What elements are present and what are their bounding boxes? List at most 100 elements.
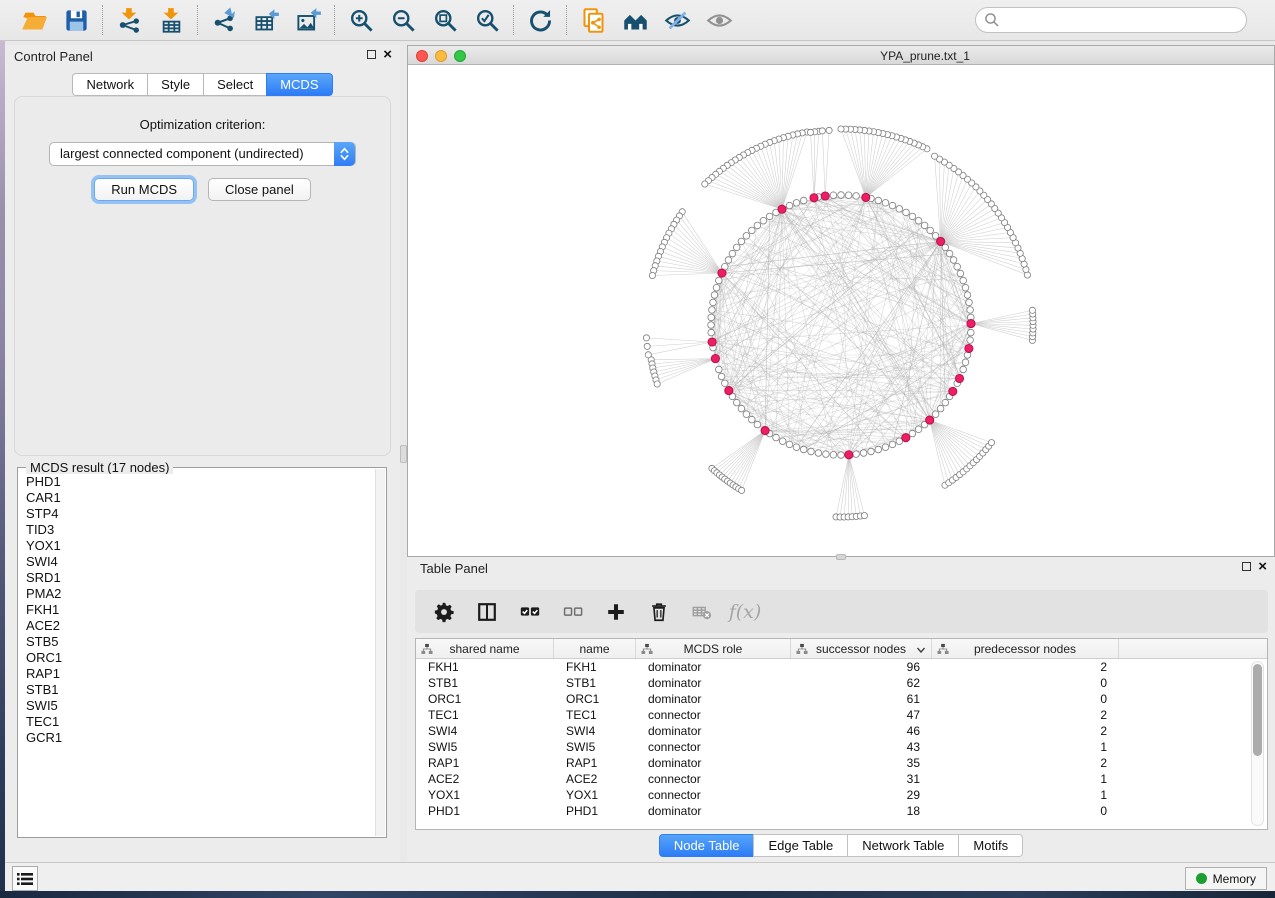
duplicate-network-button[interactable] [577, 4, 609, 36]
table-panel-header: Table Panel × [407, 557, 1275, 581]
result-list-item[interactable]: RAP1 [19, 666, 375, 682]
float-panel-icon[interactable] [367, 50, 376, 59]
column-header-shared-name[interactable]: shared name [416, 639, 554, 658]
optimization-criterion-label: Optimization criterion: [15, 117, 390, 132]
select-all-button[interactable] [517, 599, 543, 625]
splitter-handle[interactable] [400, 445, 407, 463]
result-list-item[interactable]: SWI4 [19, 554, 375, 570]
create-column-button[interactable] [603, 599, 629, 625]
close-window-icon[interactable] [416, 50, 428, 62]
tab-edge-table[interactable]: Edge Table [753, 834, 847, 857]
close-panel-button[interactable]: Close panel [208, 178, 311, 201]
function-builder-button: f(x) [732, 599, 758, 625]
main-toolbar [0, 0, 1275, 41]
zoom-out-icon [390, 7, 417, 34]
delete-column-button[interactable] [646, 599, 672, 625]
open-session-button[interactable] [18, 4, 50, 36]
scrollbar-thumb[interactable] [1253, 664, 1262, 756]
table-row[interactable]: TEC1TEC1connector472 [416, 707, 1267, 723]
show-column-button[interactable] [474, 599, 500, 625]
tab-style[interactable]: Style [147, 73, 203, 96]
close-panel-icon[interactable]: × [1258, 561, 1267, 572]
table-scrollbar[interactable] [1251, 661, 1264, 826]
result-list-item[interactable]: PMA2 [19, 586, 375, 602]
table-row[interactable]: SWI5SWI5connector431 [416, 739, 1267, 755]
tab-node-table[interactable]: Node Table [659, 834, 754, 857]
tab-select[interactable]: Select [203, 73, 266, 96]
first-neighbors-button[interactable] [619, 4, 651, 36]
optimization-criterion-dropdown[interactable]: largest connected component (undirected) [49, 142, 356, 166]
result-list-item[interactable]: TEC1 [19, 714, 375, 730]
maximize-window-icon[interactable] [454, 50, 466, 62]
table-row[interactable]: ACE2ACE2connector311 [416, 771, 1267, 787]
table-row[interactable]: STB1STB1dominator620 [416, 675, 1267, 691]
table-cell: dominator [636, 723, 791, 739]
delete-table-button [689, 599, 715, 625]
hide-selected-button[interactable] [661, 4, 693, 36]
result-list-item[interactable]: ORC1 [19, 650, 375, 666]
zoom-in-button[interactable] [345, 4, 377, 36]
column-header-successor-nodes[interactable]: successor nodes [791, 639, 932, 658]
table-row[interactable]: YOX1YOX1connector291 [416, 787, 1267, 803]
chevron-updown-icon [334, 142, 355, 166]
import-table-button[interactable] [155, 4, 187, 36]
result-list-item[interactable]: TID3 [19, 522, 375, 538]
result-list-item[interactable]: SWI5 [19, 698, 375, 714]
search-input[interactable] [975, 7, 1247, 33]
table-cell: connector [636, 787, 791, 803]
result-list-item[interactable]: ACE2 [19, 618, 375, 634]
table-cell: SWI4 [416, 723, 554, 739]
network-canvas[interactable] [408, 65, 1274, 556]
result-scrollbar[interactable] [375, 469, 385, 836]
zoom-selected-button[interactable] [471, 4, 503, 36]
result-list-item[interactable]: STP4 [19, 506, 375, 522]
memory-status-icon [1196, 873, 1207, 884]
save-session-button[interactable] [60, 4, 92, 36]
tab-mcds[interactable]: MCDS [266, 73, 332, 96]
float-panel-icon[interactable] [1242, 562, 1251, 571]
table-cell: RAP1 [554, 755, 636, 771]
run-mcds-button[interactable]: Run MCDS [94, 178, 194, 201]
table-settings-button[interactable] [431, 599, 457, 625]
column-header-predecessor-nodes[interactable]: predecessor nodes [932, 639, 1119, 658]
export-image-button[interactable] [292, 4, 324, 36]
column-header-label: predecessor nodes [974, 642, 1076, 656]
table-cell: FKH1 [416, 659, 554, 675]
result-list-item[interactable]: SRD1 [19, 570, 375, 586]
result-list-item[interactable]: GCR1 [19, 730, 375, 746]
export-network-button[interactable] [208, 4, 240, 36]
table-row[interactable]: SWI4SWI4dominator462 [416, 723, 1267, 739]
result-list-item[interactable]: STB5 [19, 634, 375, 650]
tab-motifs[interactable]: Motifs [958, 834, 1023, 857]
export-table-button[interactable] [250, 4, 282, 36]
zoom-out-button[interactable] [387, 4, 419, 36]
tab-network[interactable]: Network [72, 73, 147, 96]
table-row[interactable]: FKH1FKH1dominator962 [416, 659, 1267, 675]
show-panels-button[interactable] [12, 866, 38, 891]
shared-column-icon [421, 643, 433, 655]
deselect-all-button[interactable] [560, 599, 586, 625]
table-row[interactable]: ORC1ORC1dominator610 [416, 691, 1267, 707]
column-header-MCDS-role[interactable]: MCDS role [636, 639, 791, 658]
result-list-item[interactable]: YOX1 [19, 538, 375, 554]
zoom-fit-button[interactable] [429, 4, 461, 36]
import-network-button[interactable] [113, 4, 145, 36]
memory-button[interactable]: Memory [1185, 867, 1267, 890]
show-hidden-button[interactable] [703, 4, 735, 36]
table-cell: ORC1 [554, 691, 636, 707]
table-cell: dominator [636, 659, 791, 675]
refresh-view-button[interactable] [524, 4, 556, 36]
close-panel-icon[interactable]: × [383, 49, 392, 60]
result-list-item[interactable]: FKH1 [19, 602, 375, 618]
column-header-name[interactable]: name [554, 639, 636, 658]
network-title: YPA_prune.txt_1 [492, 49, 1275, 63]
table-row[interactable]: RAP1RAP1dominator352 [416, 755, 1267, 771]
result-list-item[interactable]: PHD1 [19, 474, 375, 490]
table-row[interactable]: PHD1PHD1dominator180 [416, 803, 1267, 819]
vertical-splitter[interactable] [400, 45, 407, 862]
result-list-item[interactable]: CAR1 [19, 490, 375, 506]
minimize-window-icon[interactable] [435, 50, 447, 62]
result-list-item[interactable]: STB1 [19, 682, 375, 698]
table-panel-title: Table Panel [420, 561, 488, 576]
tab-network-table[interactable]: Network Table [847, 834, 958, 857]
